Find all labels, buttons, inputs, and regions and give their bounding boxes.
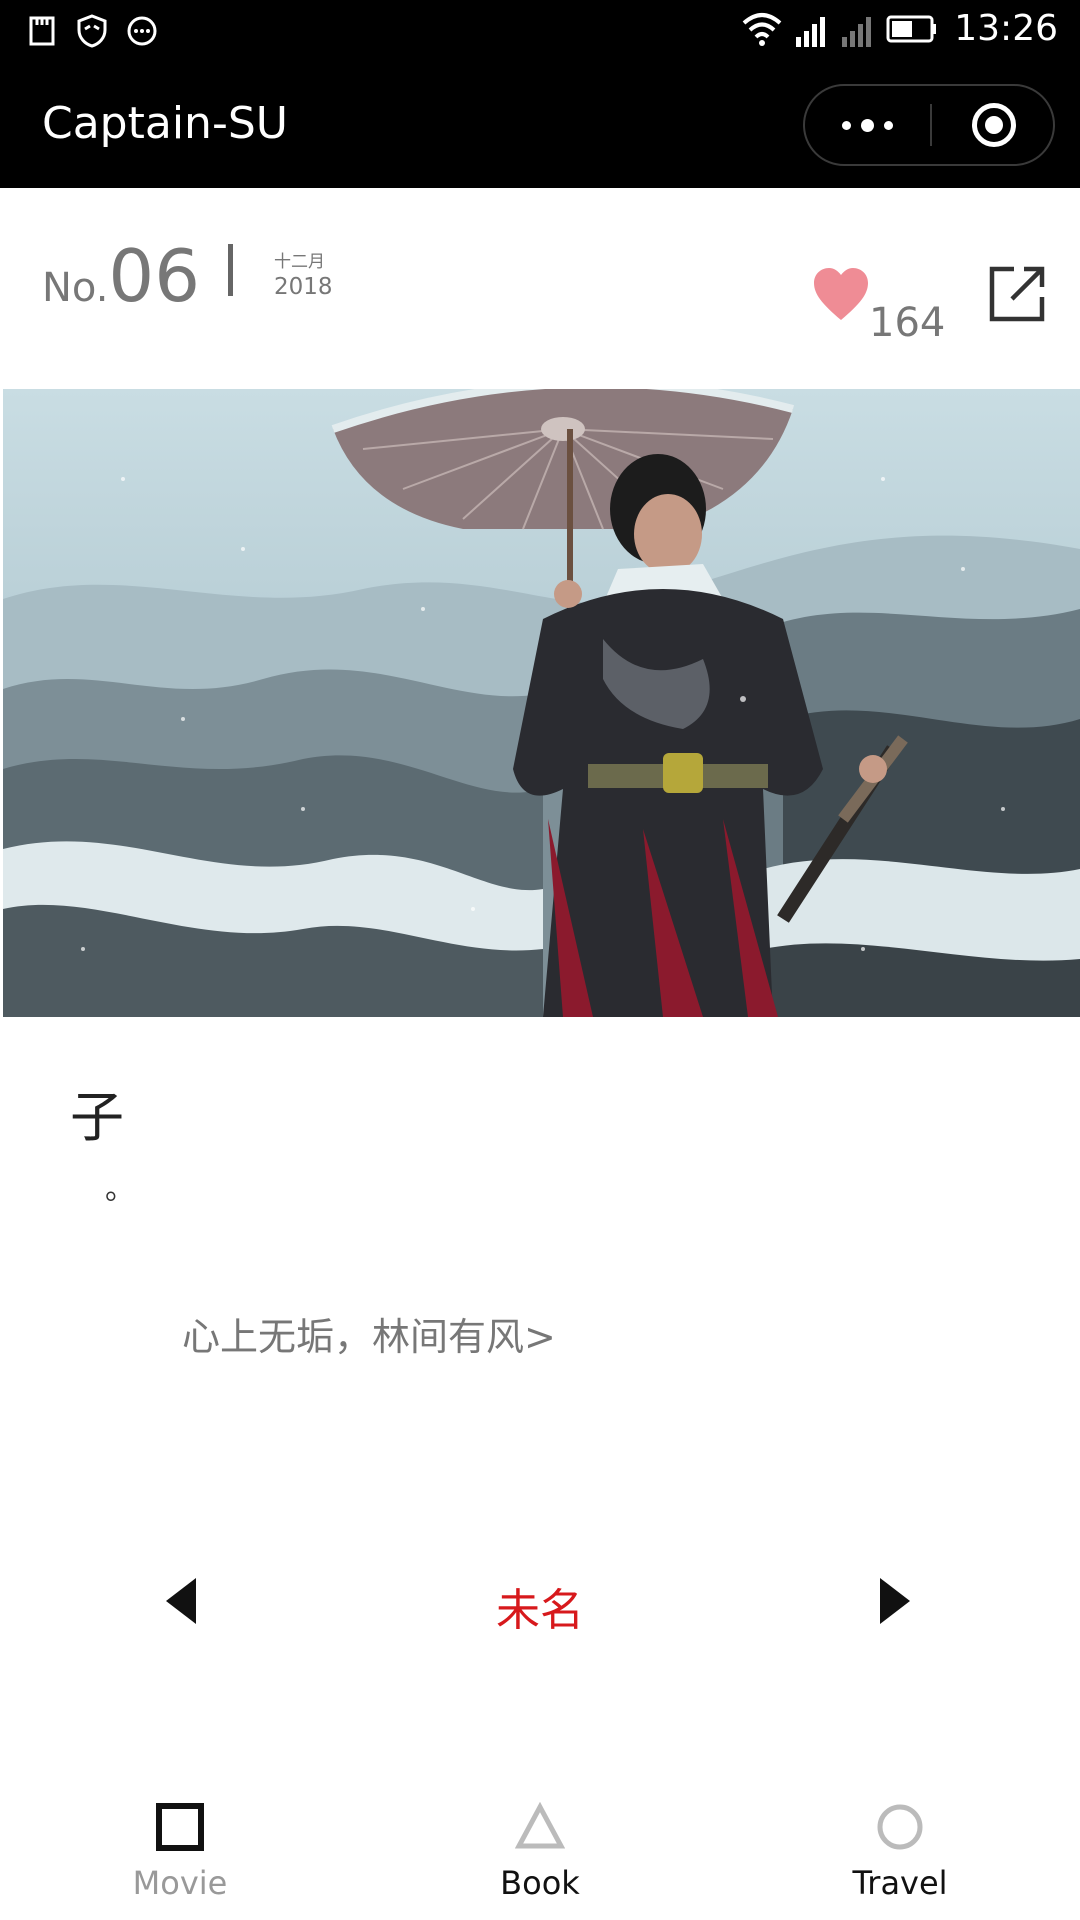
issue-number: No.06 — [42, 234, 200, 318]
tab-travel[interactable]: Travel — [800, 1780, 1000, 1920]
status-left-icons — [26, 14, 158, 48]
issue-header: No.06 十二月 2018 164 — [0, 188, 1080, 388]
shield-icon — [77, 14, 107, 48]
more-dots-icon — [861, 119, 874, 132]
next-button[interactable] — [870, 1574, 920, 1628]
source-link[interactable]: 心上无垢，林间有风> — [182, 1306, 556, 1361]
share-button[interactable] — [986, 263, 1048, 325]
tab-book[interactable]: Book — [440, 1780, 640, 1920]
share-icon — [989, 266, 1045, 322]
content-text-end: 。 — [105, 1172, 135, 1207]
triangle-right-icon — [880, 1578, 910, 1624]
issue-year: 2018 — [274, 274, 333, 300]
capsule-menu — [803, 84, 1055, 166]
title-bar: Captain-SU — [0, 62, 1080, 188]
tab-movie[interactable]: Movie — [80, 1780, 280, 1920]
issue-divider — [228, 244, 233, 296]
close-button[interactable] — [932, 86, 1053, 164]
tab-label: Movie — [132, 1864, 228, 1902]
more-button[interactable] — [805, 86, 930, 164]
more-dots-icon — [884, 121, 893, 130]
signal-icon — [796, 16, 826, 47]
hero-illustration — [3, 389, 1080, 1017]
issue-prefix: No. — [42, 265, 109, 311]
tab-label: Book — [500, 1864, 580, 1902]
battery-icon — [886, 15, 937, 42]
triangle-icon — [515, 1802, 565, 1849]
message-icon — [127, 16, 157, 46]
sd-card-icon — [29, 16, 55, 46]
more-dots-icon — [842, 121, 851, 130]
status-bar: 13:26 — [0, 0, 1080, 62]
square-icon — [156, 1803, 204, 1851]
tab-bar: Movie Book Travel — [0, 1780, 1080, 1920]
target-close-icon-core — [985, 116, 1003, 134]
status-right-icons: 13:26 — [740, 8, 1058, 49]
status-time: 13:26 — [954, 8, 1058, 49]
pager: 未名 — [0, 1560, 1080, 1640]
wifi-icon — [742, 12, 782, 46]
heart-icon — [814, 268, 868, 320]
signal-icon-2 — [842, 16, 872, 47]
issue-date: 十二月 2018 — [274, 252, 333, 302]
tab-label: Travel — [852, 1864, 948, 1902]
issue-number-value: 06 — [108, 234, 201, 318]
like-count: 164 — [869, 300, 946, 346]
app-page: 13:26 Captain-SU No.06 十二月 2018 164 子 。 … — [0, 0, 1080, 1920]
app-title: Captain-SU — [42, 98, 288, 149]
hero-image — [3, 389, 1080, 1017]
content-text: 子 — [70, 1086, 124, 1149]
circle-icon — [877, 1804, 923, 1850]
issue-month: 十二月 — [274, 252, 325, 272]
